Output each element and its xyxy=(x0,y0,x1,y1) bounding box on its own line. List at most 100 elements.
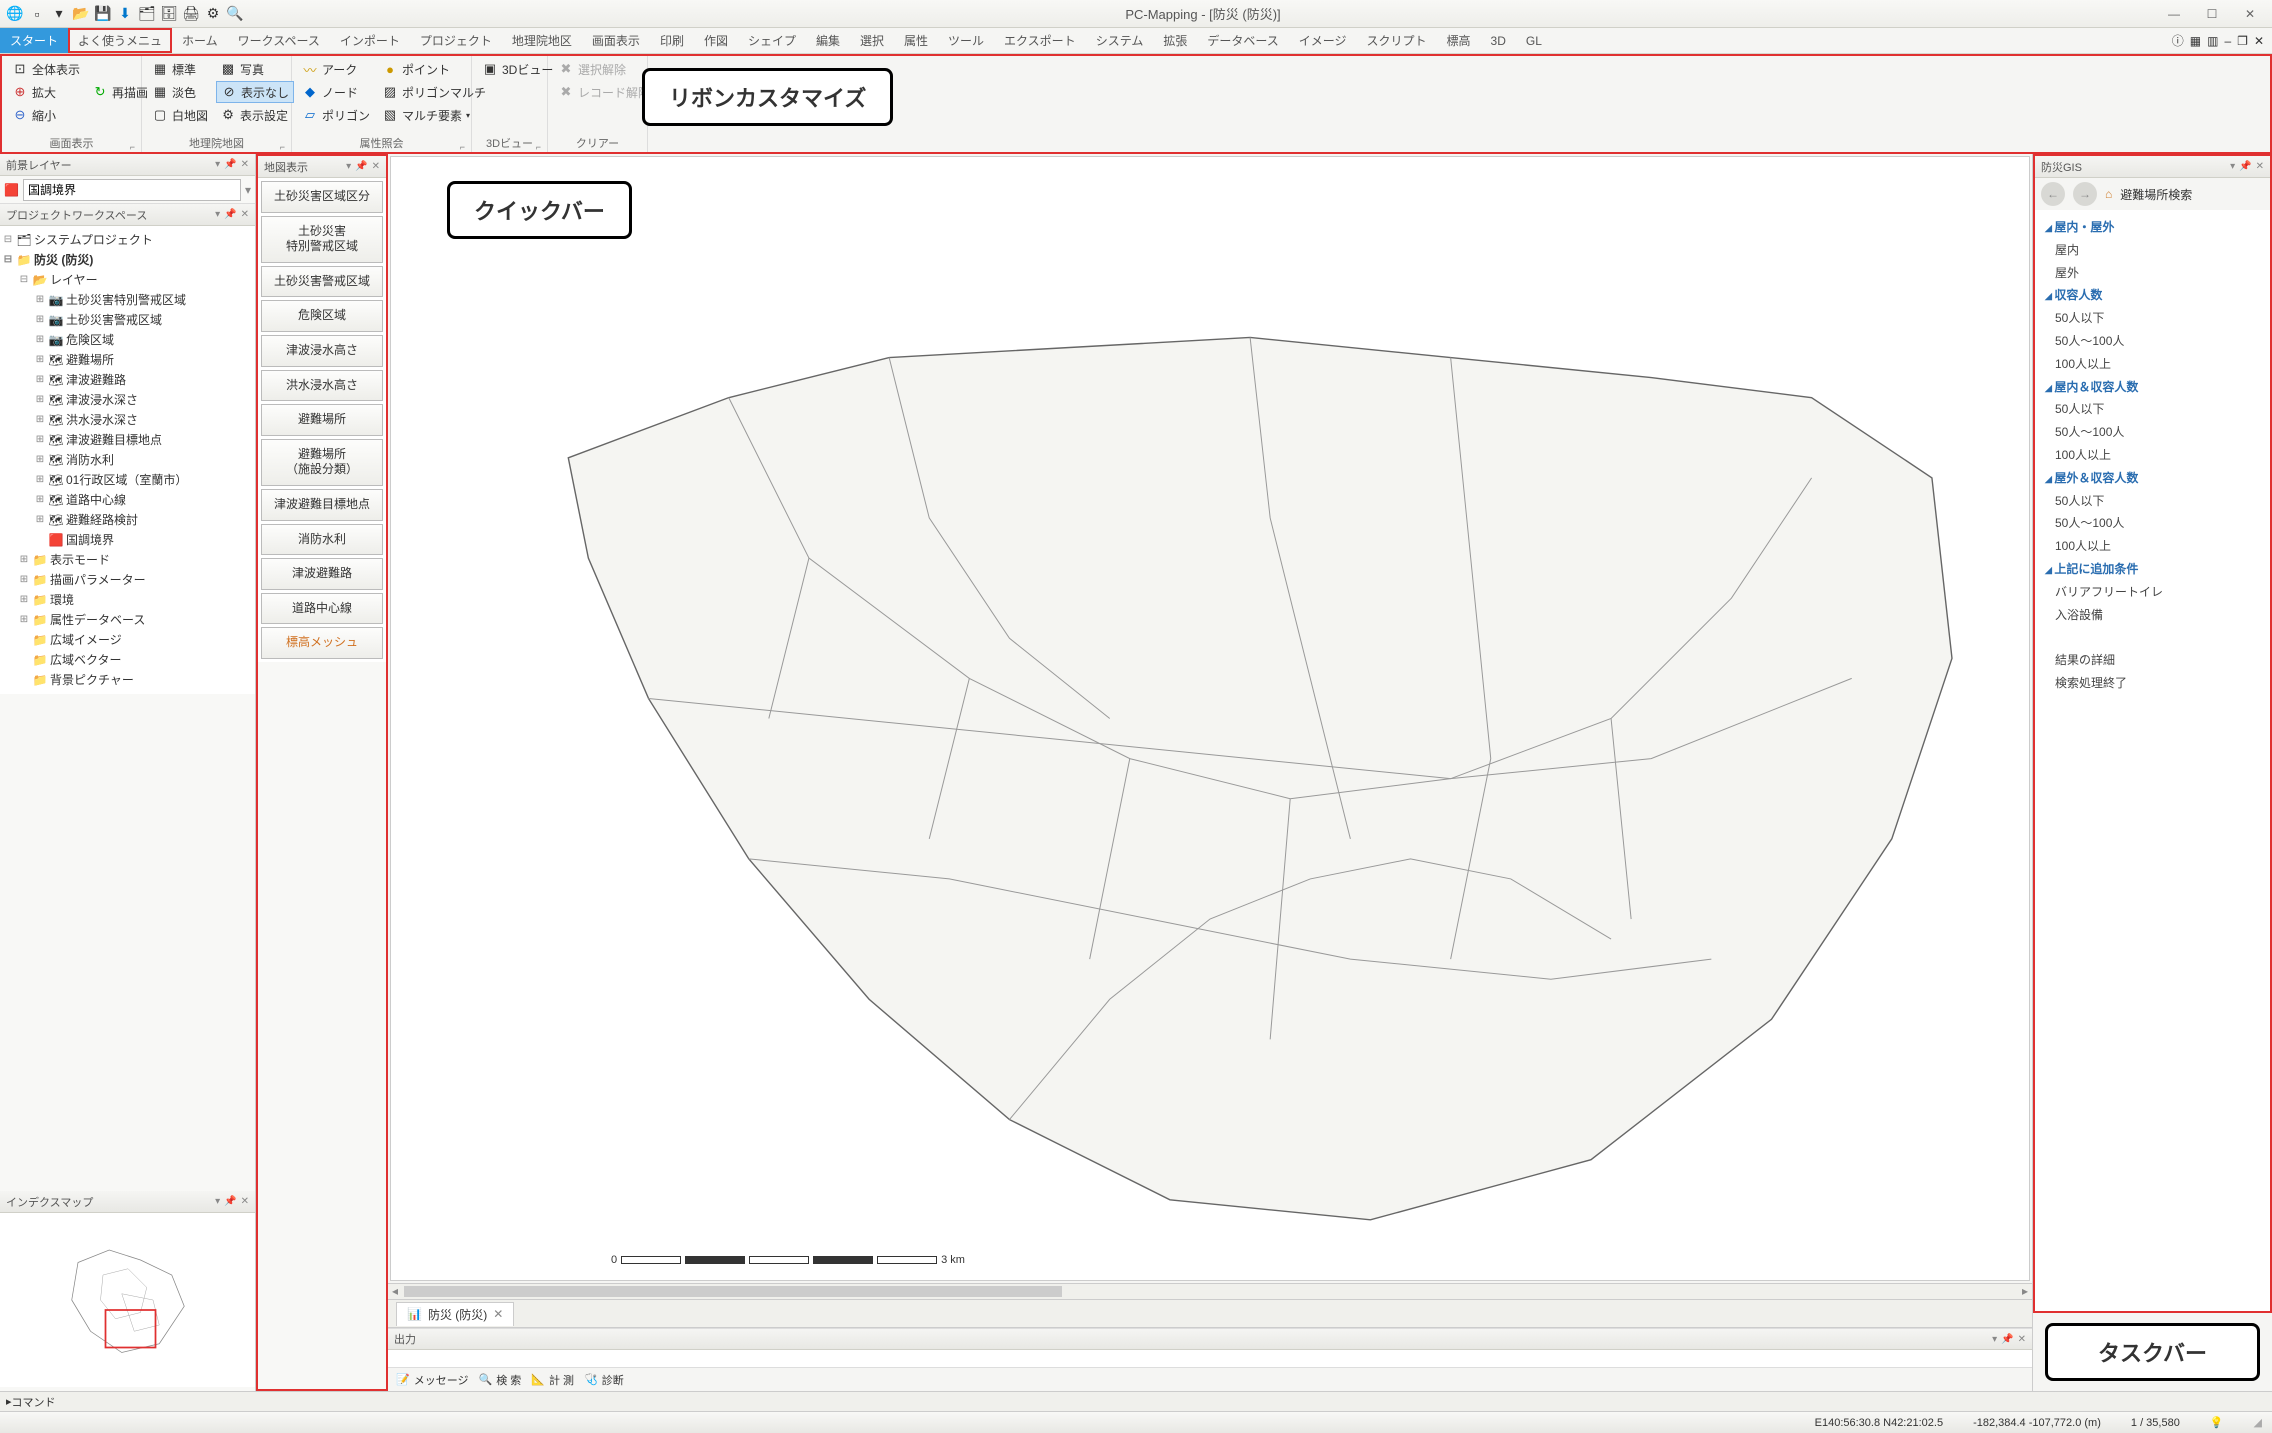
mapdisp-btn[interactable]: 危険区域 xyxy=(261,300,383,332)
tab-7[interactable]: 印刷 xyxy=(650,28,694,53)
mapdisp-btn[interactable]: 津波避難目標地点 xyxy=(261,489,383,521)
layer-icon[interactable]: 🗂 xyxy=(138,5,156,23)
project-tree[interactable]: ⊟🗂システムプロジェクト⊟📁防災 (防災)⊟📂レイヤー⊞📷土砂災害特別警戒区域⊞… xyxy=(0,226,255,694)
tab-1[interactable]: ホーム xyxy=(172,28,228,53)
download-icon[interactable]: ⬇ xyxy=(116,5,134,23)
tree-item[interactable]: ⊟📂レイヤー xyxy=(2,270,253,290)
output-tab[interactable]: 🔍検 索 xyxy=(478,1372,521,1388)
tab-20[interactable]: 標高 xyxy=(1437,28,1481,53)
search-icon[interactable]: 🔍 xyxy=(226,5,244,23)
resize-grip-icon[interactable]: ◢ xyxy=(2254,1416,2262,1429)
gis-item[interactable]: 100人以上 xyxy=(2045,444,2260,467)
gis-item[interactable]: 50人以下 xyxy=(2045,307,2260,330)
tree-item[interactable]: ⊞🗺津波浸水深さ xyxy=(2,390,253,410)
tab-2[interactable]: ワークスペース xyxy=(228,28,330,53)
gis-item[interactable]: 屋内 xyxy=(2045,239,2260,262)
mapdisp-btn[interactable]: 標高メッシュ xyxy=(261,627,383,659)
gis-item[interactable]: 50人～100人 xyxy=(2045,330,2260,353)
gis-section[interactable]: 屋内・屋外 xyxy=(2045,216,2260,239)
help-icon[interactable]: ⓘ xyxy=(2172,32,2184,49)
tree-item[interactable]: ⊞🗺避難場所 xyxy=(2,350,253,370)
bulb-icon[interactable]: 💡 xyxy=(2210,1416,2224,1429)
btn-clear-rec[interactable]: ✖レコード解除 xyxy=(554,81,654,103)
dropdown-icon[interactable]: ▾ xyxy=(245,183,251,197)
gis-item[interactable]: 100人以上 xyxy=(2045,535,2260,558)
tree-item[interactable]: ⊞📷土砂災害警戒区域 xyxy=(2,310,253,330)
tab-10[interactable]: 編集 xyxy=(806,28,850,53)
btn-3dview[interactable]: ▣3Dビュー xyxy=(478,58,557,80)
mapdisp-btn[interactable]: 消防水利 xyxy=(261,524,383,556)
nav-fwd-icon[interactable]: → xyxy=(2073,182,2097,206)
tab-5[interactable]: 地理院地区 xyxy=(502,28,582,53)
fg-layer-select[interactable] xyxy=(23,179,241,201)
btn-gsi-none[interactable]: ⊘表示なし xyxy=(216,81,294,103)
mapdisp-btn[interactable]: 津波浸水高さ xyxy=(261,335,383,367)
tree-item[interactable]: ⊞📁描画パラメーター xyxy=(2,570,253,590)
gis-item[interactable]: 50人以下 xyxy=(2045,490,2260,513)
tab-13[interactable]: ツール xyxy=(938,28,994,53)
btn-gsi-std[interactable]: ▦標準 xyxy=(148,58,212,80)
gis-item[interactable]: 屋外 xyxy=(2045,262,2260,285)
save-icon[interactable]: 💾 xyxy=(94,5,112,23)
tree-item[interactable]: ⊞🗺津波避難路 xyxy=(2,370,253,390)
tree-item[interactable]: ⊞🗺01行政区域（室蘭市） xyxy=(2,470,253,490)
gis-item[interactable]: バリアフリートイレ xyxy=(2045,581,2260,604)
mapdisp-btn[interactable]: 津波避難路 xyxy=(261,558,383,590)
btn-polygon[interactable]: ▱ポリゴン xyxy=(298,104,374,126)
home-icon[interactable]: ⌂ xyxy=(2105,187,2112,201)
btn-node[interactable]: ◆ノード xyxy=(298,81,374,103)
gis-section[interactable]: 屋内＆収容人数 xyxy=(2045,376,2260,399)
tab-12[interactable]: 属性 xyxy=(894,28,938,53)
mapdisp-btn[interactable]: 避難場所 xyxy=(261,404,383,436)
db-icon[interactable]: 🗄 xyxy=(160,5,178,23)
tab-start[interactable]: スタート xyxy=(0,28,68,53)
h-scrollbar[interactable]: ◂▸ xyxy=(388,1283,2032,1299)
btn-gsi-pale[interactable]: ▦淡色 xyxy=(148,81,212,103)
mapdisp-btn[interactable]: 避難場所（施設分類） xyxy=(261,439,383,486)
close-button[interactable]: ✕ xyxy=(2232,3,2268,25)
mapdisp-btn[interactable]: 土砂災害特別警戒区域 xyxy=(261,216,383,263)
btn-zoom-out[interactable]: ⊖縮小 xyxy=(8,104,84,126)
tree-item[interactable]: ⊞🗺洪水浸水深さ xyxy=(2,410,253,430)
mapdisp-btn[interactable]: 土砂災害警戒区域 xyxy=(261,266,383,298)
btn-clear-sel[interactable]: ✖選択解除 xyxy=(554,58,654,80)
tab-11[interactable]: 選択 xyxy=(850,28,894,53)
tab-9[interactable]: シェイプ xyxy=(738,28,806,53)
maximize-button[interactable]: ☐ xyxy=(2194,3,2230,25)
gis-section[interactable]: 屋外＆収容人数 xyxy=(2045,467,2260,490)
mapdisp-btn[interactable]: 道路中心線 xyxy=(261,593,383,625)
mdi-min[interactable]: – xyxy=(2224,34,2231,48)
mdi-icon2[interactable]: ▥ xyxy=(2207,34,2218,48)
tab-0[interactable]: よく使うメニュ xyxy=(68,28,172,53)
output-tab[interactable]: 🩺診断 xyxy=(584,1372,624,1388)
gear-icon[interactable]: ⚙ xyxy=(204,5,222,23)
tree-item[interactable]: 📁広域イメージ xyxy=(2,630,253,650)
mdi-max[interactable]: ❐ xyxy=(2237,34,2248,48)
tree-item[interactable]: ⊞🗺道路中心線 xyxy=(2,490,253,510)
tree-item[interactable]: 📁背景ピクチャー xyxy=(2,670,253,690)
gis-item[interactable]: 50人～100人 xyxy=(2045,512,2260,535)
tree-item[interactable]: ⊞🗺津波避難目標地点 xyxy=(2,430,253,450)
tab-4[interactable]: プロジェクト xyxy=(410,28,502,53)
btn-full-view[interactable]: ⊡全体表示 xyxy=(8,58,84,80)
tab-15[interactable]: システム xyxy=(1086,28,1154,53)
btn-arc[interactable]: 〰アーク xyxy=(298,58,374,80)
nav-back-icon[interactable]: ← xyxy=(2041,182,2065,206)
gis-item[interactable]: 入浴設備 xyxy=(2045,604,2260,627)
tab-22[interactable]: GL xyxy=(1516,28,1552,53)
btn-gsi-settings[interactable]: ⚙表示設定 xyxy=(216,104,294,126)
map-tab[interactable]: 📊防災 (防災)✕ xyxy=(396,1302,514,1326)
dropdown-icon[interactable]: ▾ xyxy=(50,5,68,23)
tab-17[interactable]: データベース xyxy=(1197,28,1288,53)
tab-18[interactable]: イメージ xyxy=(1289,28,1357,53)
map-canvas[interactable]: クイックバー 0 xyxy=(390,156,2030,1281)
btn-gsi-blank[interactable]: ▢白地図 xyxy=(148,104,212,126)
mapdisp-btn[interactable]: 洪水浸水高さ xyxy=(261,370,383,402)
btn-gsi-photo[interactable]: ▩写真 xyxy=(216,58,294,80)
tree-item[interactable]: ⊞📁属性データベース xyxy=(2,610,253,630)
open-icon[interactable]: 📂 xyxy=(72,5,90,23)
tab-21[interactable]: 3D xyxy=(1481,28,1516,53)
gis-section[interactable]: 収容人数 xyxy=(2045,284,2260,307)
tree-item[interactable]: ⊟📁防災 (防災) xyxy=(2,250,253,270)
tab-16[interactable]: 拡張 xyxy=(1153,28,1197,53)
